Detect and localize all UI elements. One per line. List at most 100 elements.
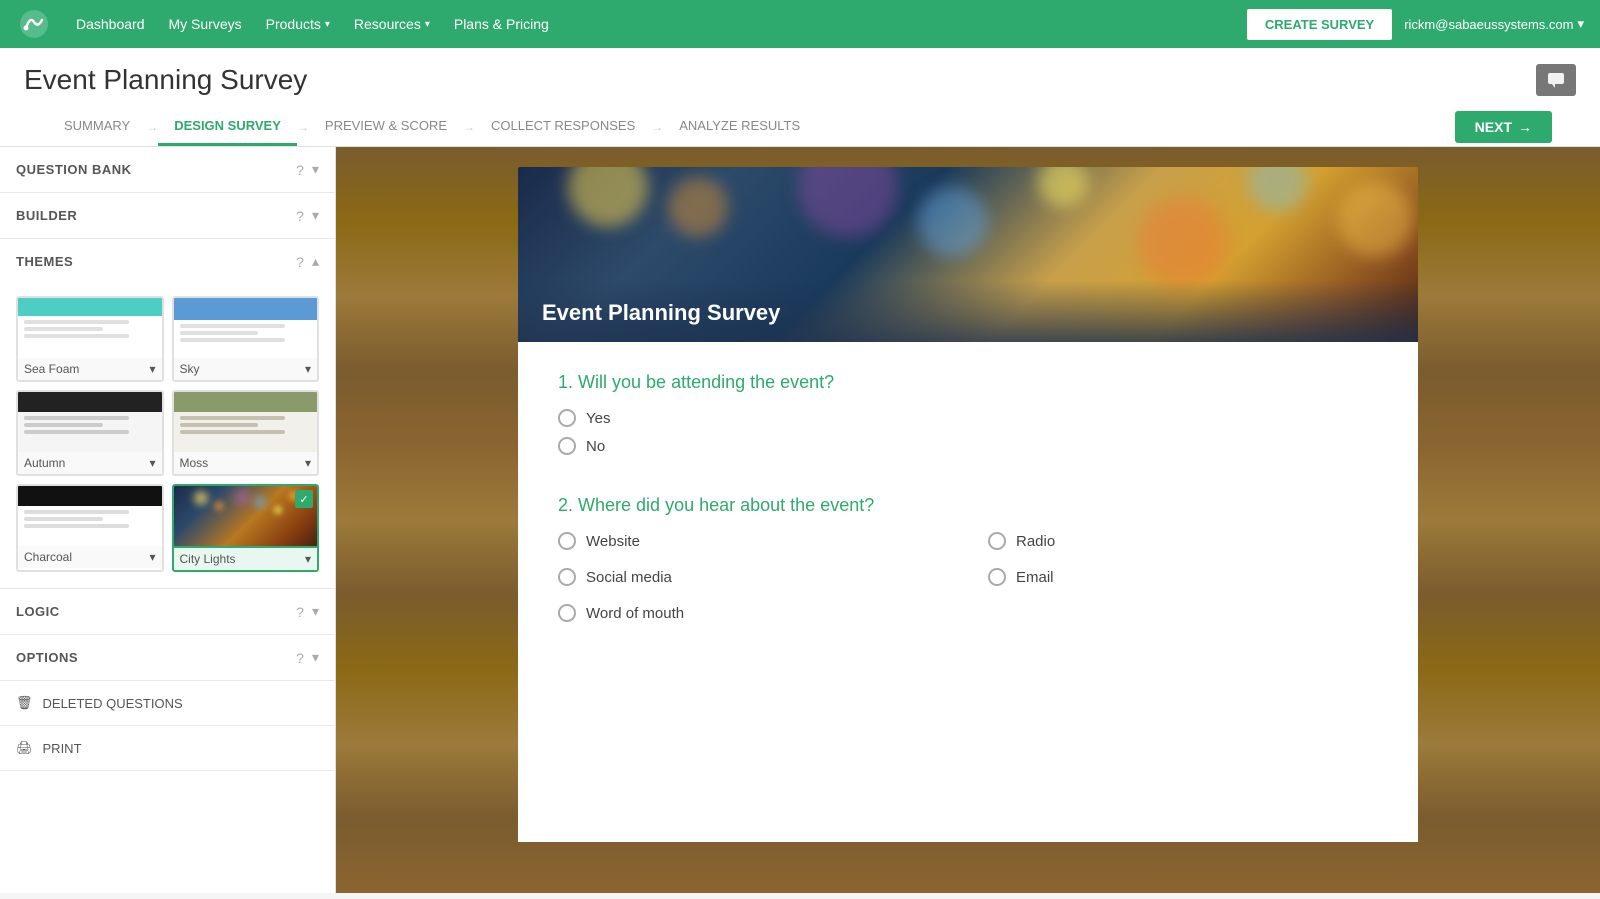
survey-title-row: Event Planning Survey bbox=[24, 64, 1576, 96]
themes-help-icon[interactable]: ? bbox=[296, 254, 304, 270]
options-collapse-icon[interactable]: ▾ bbox=[312, 649, 319, 666]
deleted-questions-label: DELETED QUESTIONS bbox=[43, 696, 183, 711]
main-layout: QUESTION BANK ? ▾ BUILDER ? ▾ THEMES bbox=[0, 147, 1600, 893]
question-2-option-wordofmouth[interactable]: Word of mouth bbox=[558, 604, 948, 622]
print-item[interactable]: 🖨 PRINT bbox=[0, 726, 335, 771]
tab-summary[interactable]: SUMMARY bbox=[48, 108, 146, 146]
question-1-text: 1. Will you be attending the event? bbox=[558, 372, 1378, 393]
nav-links: Dashboard My Surveys Products ▾ Resource… bbox=[76, 16, 1223, 32]
nav-plans[interactable]: Plans & Pricing bbox=[454, 16, 549, 32]
tab-analyze-results[interactable]: ANALYZE RESULTS bbox=[663, 108, 816, 146]
logic-header[interactable]: LOGIC ? ▾ bbox=[0, 589, 335, 634]
options-title: OPTIONS bbox=[16, 650, 78, 665]
citylights-dropdown[interactable]: ▾ bbox=[305, 552, 311, 566]
radio-email[interactable] bbox=[988, 568, 1006, 586]
tab-collect-responses[interactable]: COLLECT RESPONSES bbox=[475, 108, 651, 146]
question-bank-icons: ? ▾ bbox=[296, 161, 319, 178]
question-bank-title: QUESTION BANK bbox=[16, 162, 132, 177]
tab-preview-score[interactable]: PREVIEW & SCORE bbox=[309, 108, 463, 146]
radio-no[interactable] bbox=[558, 437, 576, 455]
theme-seafoam[interactable]: Sea Foam ▾ bbox=[16, 296, 164, 382]
moss-label: Moss bbox=[180, 456, 209, 470]
question-2-option-website[interactable]: Website bbox=[558, 532, 948, 550]
options-header[interactable]: OPTIONS ? ▾ bbox=[0, 635, 335, 680]
question-bank-header[interactable]: QUESTION BANK ? ▾ bbox=[0, 147, 335, 192]
theme-autumn[interactable]: Autumn ▾ bbox=[16, 390, 164, 476]
builder-collapse-icon[interactable]: ▾ bbox=[312, 207, 319, 224]
nav-products[interactable]: Products ▾ bbox=[266, 16, 330, 32]
question-2-options: Website Radio Social media bbox=[558, 532, 1378, 632]
print-label: PRINT bbox=[43, 741, 82, 756]
radio-wordofmouth[interactable] bbox=[558, 604, 576, 622]
arrow-1: → bbox=[146, 120, 158, 134]
deleted-questions[interactable]: 🗑 DELETED QUESTIONS bbox=[0, 681, 335, 726]
nav-dashboard[interactable]: Dashboard bbox=[76, 16, 145, 32]
sidebar: QUESTION BANK ? ▾ BUILDER ? ▾ THEMES bbox=[0, 147, 336, 893]
moss-dropdown[interactable]: ▾ bbox=[305, 456, 311, 470]
banner-survey-title: Event Planning Survey bbox=[542, 300, 1394, 326]
tab-design-survey[interactable]: DESIGN SURVEY bbox=[158, 108, 297, 146]
question-1: 1. Will you be attending the event? Yes … bbox=[558, 372, 1378, 455]
question-1-option-no[interactable]: No bbox=[558, 437, 1378, 455]
builder-title: BUILDER bbox=[16, 208, 77, 223]
sidebar-section-options: OPTIONS ? ▾ bbox=[0, 635, 335, 681]
next-button[interactable]: NEXT → bbox=[1455, 111, 1552, 143]
banner-title-overlay: Event Planning Survey bbox=[518, 280, 1418, 342]
themes-icons: ? ▴ bbox=[296, 253, 319, 270]
label-wordofmouth: Word of mouth bbox=[586, 605, 684, 622]
sky-dropdown[interactable]: ▾ bbox=[305, 362, 311, 376]
seafoam-label: Sea Foam bbox=[24, 362, 79, 376]
comment-button[interactable] bbox=[1536, 64, 1576, 96]
question-2-option-radio[interactable]: Radio bbox=[988, 532, 1378, 550]
options-icons: ? ▾ bbox=[296, 649, 319, 666]
question-2-option-social[interactable]: Social media bbox=[558, 568, 948, 586]
radio-radio[interactable] bbox=[988, 532, 1006, 550]
sidebar-section-question-bank: QUESTION BANK ? ▾ bbox=[0, 147, 335, 193]
nav-right: CREATE SURVEY rickm@sabaeussystems.com ▾ bbox=[1247, 9, 1584, 40]
page-title: Event Planning Survey bbox=[24, 64, 307, 96]
autumn-dropdown[interactable]: ▾ bbox=[149, 456, 155, 470]
trash-icon: 🗑 bbox=[16, 695, 33, 711]
question-2: 2. Where did you hear about the event? W… bbox=[558, 495, 1378, 632]
user-menu[interactable]: rickm@sabaeussystems.com ▾ bbox=[1404, 16, 1584, 32]
builder-header[interactable]: BUILDER ? ▾ bbox=[0, 193, 335, 238]
question-1-option-yes[interactable]: Yes bbox=[558, 409, 1378, 427]
theme-moss[interactable]: Moss ▾ bbox=[172, 390, 320, 476]
arrow-2: → bbox=[297, 120, 309, 134]
tab-bar: SUMMARY → DESIGN SURVEY → PREVIEW & SCOR… bbox=[24, 108, 1576, 146]
nav-resources[interactable]: Resources ▾ bbox=[354, 16, 430, 32]
seafoam-dropdown[interactable]: ▾ bbox=[149, 362, 155, 376]
radio-social[interactable] bbox=[558, 568, 576, 586]
sidebar-section-logic: LOGIC ? ▾ bbox=[0, 589, 335, 635]
theme-charcoal[interactable]: Charcoal ▾ bbox=[16, 484, 164, 572]
radio-yes[interactable] bbox=[558, 409, 576, 427]
create-survey-button[interactable]: CREATE SURVEY bbox=[1247, 9, 1392, 40]
charcoal-dropdown[interactable]: ▾ bbox=[149, 550, 155, 564]
themes-title: THEMES bbox=[16, 254, 73, 269]
sky-label: Sky bbox=[180, 362, 200, 376]
radio-website[interactable] bbox=[558, 532, 576, 550]
question-bank-collapse-icon[interactable]: ▾ bbox=[312, 161, 319, 178]
label-website: Website bbox=[586, 533, 640, 550]
themes-header[interactable]: THEMES ? ▴ bbox=[0, 239, 335, 284]
question-bank-help-icon[interactable]: ? bbox=[296, 162, 304, 178]
label-social: Social media bbox=[586, 569, 672, 586]
survey-container: Event Planning Survey 1. Will you be att… bbox=[518, 167, 1418, 842]
arrow-3: → bbox=[463, 120, 475, 134]
logic-collapse-icon[interactable]: ▾ bbox=[312, 603, 319, 620]
question-2-text: 2. Where did you hear about the event? bbox=[558, 495, 1378, 516]
nav-mysurveys[interactable]: My Surveys bbox=[169, 16, 242, 32]
label-no: No bbox=[586, 438, 605, 455]
sidebar-section-themes: THEMES ? ▴ bbox=[0, 239, 335, 589]
theme-sky[interactable]: Sky ▾ bbox=[172, 296, 320, 382]
options-help-icon[interactable]: ? bbox=[296, 650, 304, 666]
themes-expand-icon[interactable]: ▴ bbox=[312, 253, 319, 270]
builder-help-icon[interactable]: ? bbox=[296, 208, 304, 224]
theme-citylights[interactable]: City Lights ▾ ✓ bbox=[172, 484, 320, 572]
page-header: Event Planning Survey SUMMARY → DESIGN S… bbox=[0, 48, 1600, 147]
print-icon: 🖨 bbox=[16, 740, 33, 756]
question-2-option-email[interactable]: Email bbox=[988, 568, 1378, 586]
logo[interactable] bbox=[16, 6, 52, 42]
logic-help-icon[interactable]: ? bbox=[296, 604, 304, 620]
top-navigation: Dashboard My Surveys Products ▾ Resource… bbox=[0, 0, 1600, 48]
